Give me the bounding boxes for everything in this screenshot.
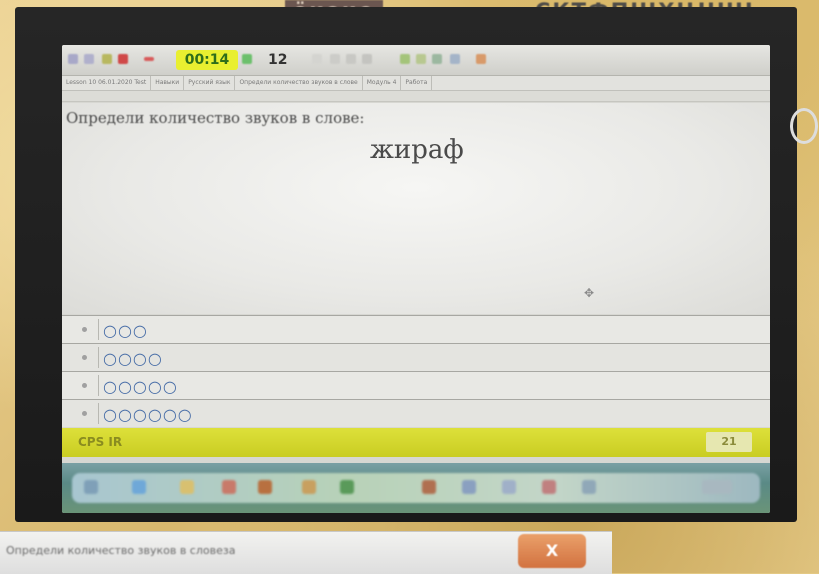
- browser-icon[interactable]: [132, 480, 146, 494]
- answer-label: ○○○○: [103, 349, 163, 368]
- list-icon[interactable]: [84, 54, 94, 64]
- status-bar: CPS IR 21: [62, 428, 770, 457]
- minus-icon[interactable]: [144, 57, 154, 61]
- tray-icon[interactable]: [582, 480, 596, 494]
- start-icon[interactable]: [84, 480, 98, 494]
- cursor-icon: ✥: [584, 286, 595, 300]
- settings-icon[interactable]: [102, 54, 112, 64]
- sub-toolbar: [62, 91, 770, 102]
- answer-option-3[interactable]: ○○○○○: [62, 371, 770, 399]
- bullet-icon: [82, 383, 87, 388]
- answer-option-4[interactable]: ○○○○○○: [62, 399, 770, 427]
- breadcrumb-item[interactable]: Определи количество звуков в слове: [235, 76, 363, 90]
- menu-icon[interactable]: [68, 54, 78, 64]
- plus-icon[interactable]: [242, 54, 252, 64]
- taskbar: [62, 463, 770, 513]
- grid-icon[interactable]: [432, 54, 442, 64]
- tray-icon[interactable]: [542, 480, 556, 494]
- breadcrumb-item[interactable]: Навыки: [151, 76, 185, 90]
- record-icon[interactable]: [346, 54, 356, 64]
- status-label: CPS IR: [78, 435, 123, 449]
- breadcrumb-item[interactable]: Работа: [401, 76, 433, 90]
- app-icon[interactable]: [222, 480, 236, 494]
- answer-label: ○○○○○: [103, 377, 178, 396]
- folder-icon[interactable]: [180, 480, 194, 494]
- question-prompt: Определи количество звуков в слове:: [66, 109, 365, 127]
- quiz-window: 00:14 12 Lesson 10 06.01.2020 Test Навыки…: [62, 45, 770, 513]
- answer-list: ○○○ ○○○○ ○○○○○ ○○○○○○: [62, 315, 770, 427]
- breadcrumb-item[interactable]: Модуль 4: [363, 76, 402, 90]
- globe-icon[interactable]: [450, 54, 460, 64]
- game-icon[interactable]: [302, 480, 316, 494]
- question-word: жираф: [370, 135, 464, 165]
- breadcrumb-item[interactable]: Русский язык: [184, 76, 236, 90]
- breadcrumb-item[interactable]: Lesson 10 06.01.2020 Test: [62, 76, 152, 90]
- back-icon[interactable]: [312, 54, 322, 64]
- answer-option-2[interactable]: ○○○○: [62, 343, 770, 371]
- answer-label: ○○○: [103, 321, 148, 340]
- clock-icon[interactable]: [702, 480, 732, 494]
- close-button[interactable]: X: [518, 534, 586, 568]
- media-icon[interactable]: [258, 480, 272, 494]
- play-icon[interactable]: [340, 480, 354, 494]
- timer: 00:14: [176, 50, 238, 70]
- tray-icon[interactable]: [502, 480, 516, 494]
- mark-icon[interactable]: [362, 54, 372, 64]
- popup-dialog: Определи количество звуков в словеза X: [0, 531, 612, 574]
- answer-option-1[interactable]: ○○○: [62, 315, 770, 343]
- tray-icon[interactable]: [422, 480, 436, 494]
- answer-box[interactable]: ○○○: [98, 319, 762, 340]
- bullet-icon: [82, 411, 87, 416]
- toolbar: 00:14 12: [62, 45, 770, 76]
- popup-title: Определи количество звуков в словеза: [6, 544, 236, 557]
- answer-box[interactable]: ○○○○○○: [98, 403, 762, 424]
- question-counter: 12: [268, 52, 288, 68]
- bullet-icon: [82, 355, 87, 360]
- forward-icon[interactable]: [330, 54, 340, 64]
- bullet-icon: [82, 327, 87, 332]
- answer-label: ○○○○○○: [103, 405, 193, 424]
- tray-icon[interactable]: [462, 480, 476, 494]
- answer-box[interactable]: ○○○○: [98, 347, 762, 368]
- breadcrumb: Lesson 10 06.01.2020 Test Навыки Русский я…: [62, 76, 770, 91]
- close-app-icon[interactable]: [476, 54, 486, 64]
- answer-box[interactable]: ○○○○○: [98, 375, 762, 396]
- users-icon[interactable]: [416, 54, 426, 64]
- taskbar-strip: [72, 473, 760, 503]
- stop-icon[interactable]: [118, 54, 128, 64]
- score-badge: 21: [706, 432, 752, 452]
- chart-icon[interactable]: [400, 54, 410, 64]
- board-handle-ring: [790, 108, 818, 144]
- question-panel: Определи количество звуков в слове: жира…: [62, 103, 770, 314]
